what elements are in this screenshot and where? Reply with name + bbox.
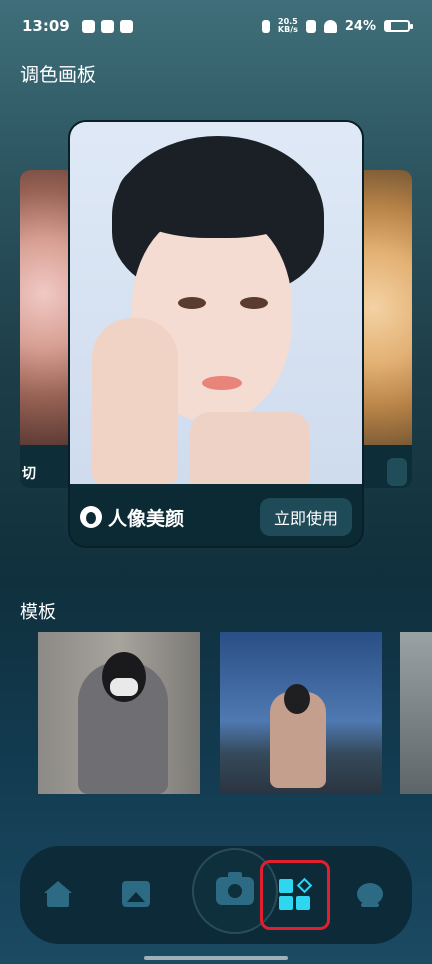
palette-section-title: 调色画板 (20, 64, 97, 86)
carousel-card-main[interactable]: 人像美颜 立即使用 (68, 120, 364, 548)
status-time: 13:09 (22, 17, 70, 35)
templates-icon (279, 877, 313, 911)
carousel-card-right-button[interactable] (387, 458, 407, 486)
templates-icon-diamond (296, 877, 313, 894)
template-thumbnail[interactable] (400, 632, 432, 794)
status-right: 20.5 KB/s 24% (261, 18, 413, 34)
nav-profile[interactable] (340, 864, 400, 924)
template-head (284, 684, 310, 714)
templates-section-title: 模板 (20, 602, 56, 623)
photo-neck (190, 412, 310, 484)
nav-home[interactable] (28, 864, 88, 924)
use-now-button[interactable]: 立即使用 (259, 498, 352, 536)
profile-icon (357, 883, 383, 907)
wifi-icon (323, 19, 337, 33)
sim-icon (305, 19, 316, 33)
gallery-icon (122, 881, 150, 907)
portrait-icon (80, 506, 102, 528)
nav-templates[interactable] (260, 860, 330, 930)
home-indicator[interactable] (144, 956, 288, 960)
templates-row[interactable] (0, 632, 432, 794)
camera-icon (216, 872, 254, 905)
bottom-nav (20, 846, 412, 944)
nav-gallery[interactable] (106, 864, 166, 924)
photo-eye-right (240, 297, 268, 309)
template-thumbnail[interactable] (220, 632, 382, 794)
video-app-icon (100, 19, 114, 33)
photo-bangs (118, 148, 318, 238)
main-card-title: 人像美颜 (108, 507, 185, 530)
status-bar: 13:09 20.5 KB/s 24% (0, 0, 432, 52)
home-icon-body (47, 891, 69, 907)
mail-icon (119, 19, 133, 33)
templates-icon-square (296, 896, 310, 910)
carousel-photo-right (357, 170, 412, 445)
photo-lips (202, 376, 242, 390)
home-icon (44, 881, 72, 907)
photo-eye-left (178, 297, 206, 309)
notification-app-icon (81, 19, 95, 33)
main-card-bar: 人像美颜 立即使用 (70, 484, 362, 546)
status-left: 13:09 (22, 17, 133, 35)
battery-percent: 24% (344, 18, 376, 34)
carousel-card-left-label: 切 (22, 466, 36, 482)
templates-icon-square (279, 896, 293, 910)
battery-icon (384, 20, 413, 32)
template-mask (110, 678, 138, 696)
carousel-card-right[interactable] (357, 170, 412, 488)
photo-hand (92, 318, 178, 484)
portrait-photo (70, 122, 362, 484)
network-speed: 20.5 KB/s (278, 18, 298, 34)
template-thumbnail[interactable] (38, 632, 200, 794)
vibrate-icon (261, 19, 270, 33)
network-speed-unit: KB/s (277, 25, 298, 34)
battery-fill (386, 22, 392, 30)
templates-icon-square (279, 879, 293, 893)
